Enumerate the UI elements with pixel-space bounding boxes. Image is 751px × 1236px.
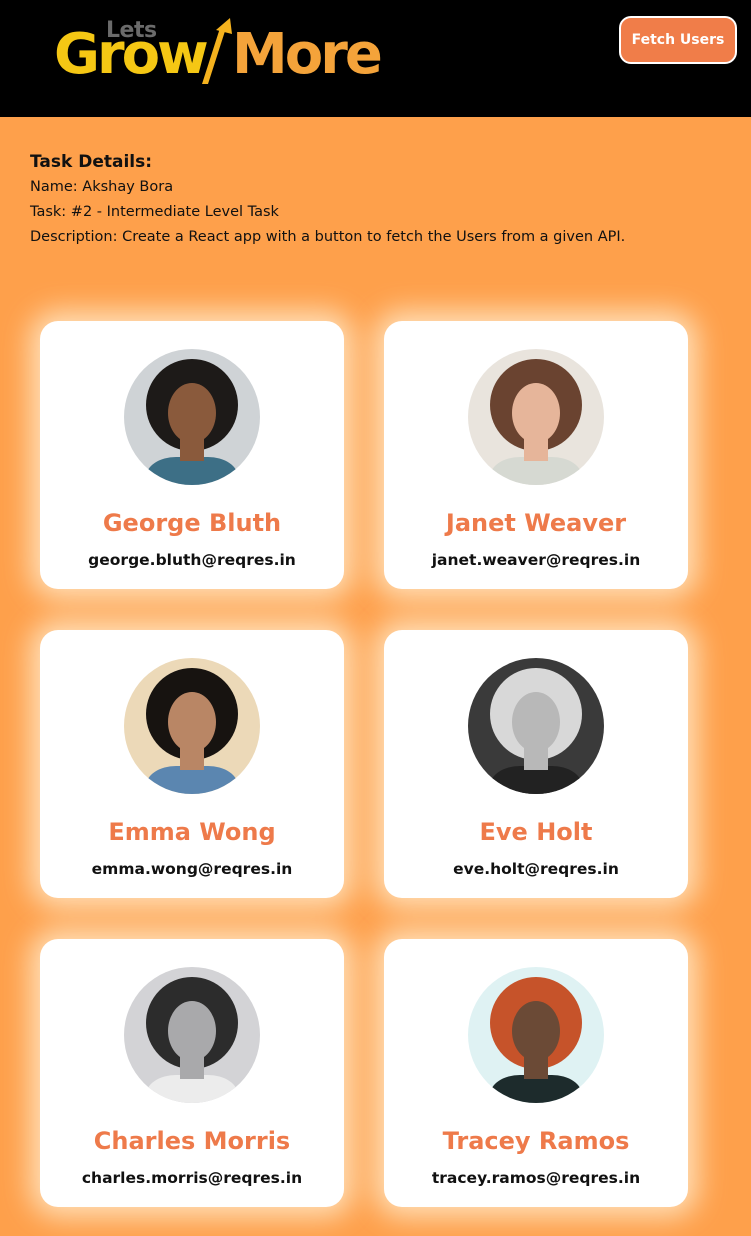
avatar bbox=[468, 349, 604, 485]
task-description: Description: Create a React app with a b… bbox=[30, 229, 626, 245]
avatar-image-icon bbox=[124, 967, 260, 1103]
user-card: Eve Holt eve.holt@reqres.in bbox=[384, 630, 688, 898]
user-email: tracey.ramos@reqres.in bbox=[431, 1169, 641, 1187]
user-email: eve.holt@reqres.in bbox=[453, 860, 619, 878]
user-card: Emma Wong emma.wong@reqres.in bbox=[40, 630, 344, 898]
user-email: emma.wong@reqres.in bbox=[91, 860, 293, 878]
user-card: Janet Weaver janet.weaver@reqres.in bbox=[384, 321, 688, 589]
user-name: Emma Wong bbox=[108, 818, 276, 846]
task-details: Task Details: Name: Akshay Bora Task: #2… bbox=[30, 150, 720, 250]
avatar bbox=[124, 349, 260, 485]
fetch-users-button[interactable]: Fetch Users bbox=[619, 16, 737, 64]
user-name: George Bluth bbox=[102, 509, 282, 537]
user-email: janet.weaver@reqres.in bbox=[431, 551, 641, 569]
user-name: Charles Morris bbox=[93, 1127, 291, 1155]
avatar-image-icon bbox=[124, 658, 260, 794]
logo-grow-text: Grow bbox=[54, 22, 209, 87]
avatar-image-icon bbox=[468, 967, 604, 1103]
user-name: Janet Weaver bbox=[445, 509, 627, 537]
logo-arrow-icon bbox=[202, 18, 232, 84]
user-email: george.bluth@reqres.in bbox=[88, 551, 296, 569]
user-card: George Bluth george.bluth@reqres.in bbox=[40, 321, 344, 589]
user-email: charles.morris@reqres.in bbox=[81, 1169, 303, 1187]
logo-more-text: More bbox=[232, 22, 383, 87]
avatar bbox=[124, 967, 260, 1103]
avatar-image-icon bbox=[124, 349, 260, 485]
letsgrowmore-logo: Lets Grow More bbox=[54, 18, 384, 88]
user-name: Eve Holt bbox=[479, 818, 593, 846]
task-heading: Task Details: bbox=[30, 152, 153, 172]
avatar bbox=[468, 967, 604, 1103]
task-number: Task: #2 - Intermediate Level Task bbox=[30, 204, 279, 220]
user-name: Tracey Ramos bbox=[442, 1127, 630, 1155]
header: Lets Grow More Fetch Users bbox=[0, 0, 751, 117]
avatar bbox=[124, 658, 260, 794]
task-name: Name: Akshay Bora bbox=[30, 179, 174, 195]
avatar-image-icon bbox=[468, 349, 604, 485]
user-card: Charles Morris charles.morris@reqres.in bbox=[40, 939, 344, 1207]
avatar bbox=[468, 658, 604, 794]
avatar-image-icon bbox=[468, 658, 604, 794]
user-card: Tracey Ramos tracey.ramos@reqres.in bbox=[384, 939, 688, 1207]
